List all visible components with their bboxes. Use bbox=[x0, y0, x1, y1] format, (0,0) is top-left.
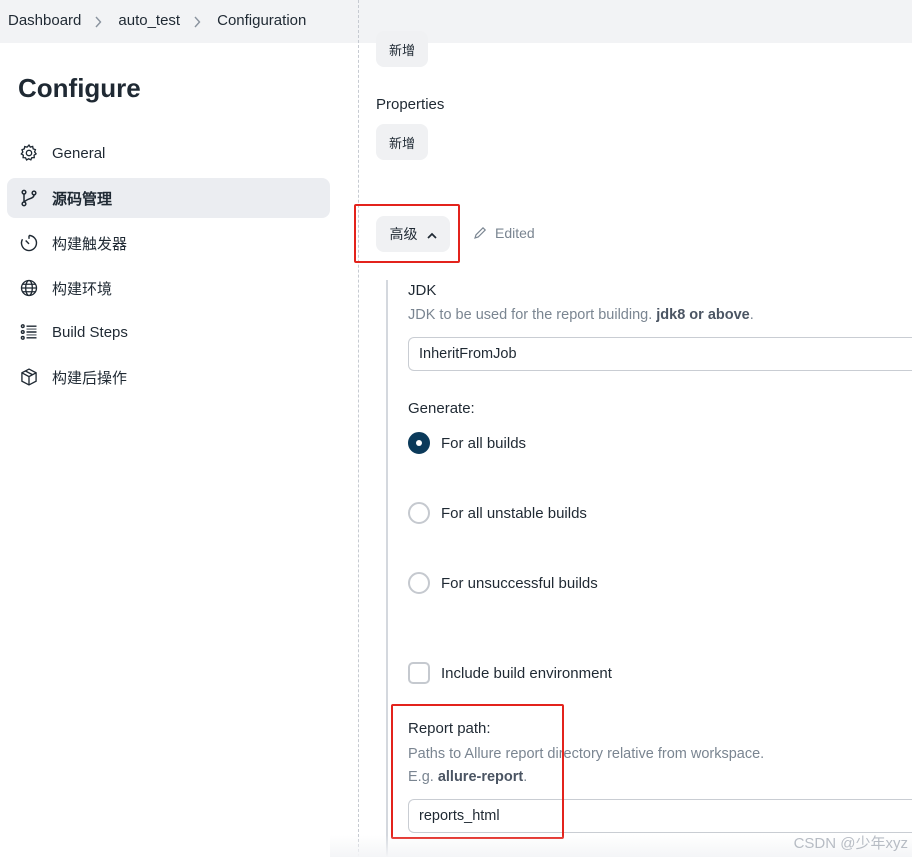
sidebar-item-label: 构建触发器 bbox=[52, 235, 128, 253]
include-env-label: Include build environment bbox=[441, 664, 612, 682]
generate-label: Generate: bbox=[408, 400, 475, 417]
sidebar: Configure General 源码管理 构建触发器 构建环境 Build … bbox=[0, 43, 345, 857]
sidebar-item-build-steps[interactable]: Build Steps bbox=[7, 312, 330, 352]
sidebar-item-triggers[interactable]: 构建触发器 bbox=[7, 223, 330, 263]
radio-unstable-builds[interactable]: For all unstable builds bbox=[408, 502, 587, 524]
radio-unsuccessful-builds[interactable]: For unsuccessful builds bbox=[408, 572, 598, 594]
radio-button[interactable] bbox=[408, 502, 430, 524]
list-icon bbox=[18, 321, 40, 343]
sidebar-item-label: 源码管理 bbox=[52, 190, 113, 208]
sidebar-item-post-build[interactable]: 构建后操作 bbox=[7, 357, 330, 397]
highlight-box-report-path bbox=[391, 704, 564, 839]
radio-button[interactable] bbox=[408, 432, 430, 454]
breadcrumb-bar: Dashboard auto_test Configuration bbox=[0, 0, 912, 43]
include-env-checkbox[interactable] bbox=[408, 662, 430, 684]
breadcrumb-dashboard[interactable]: Dashboard bbox=[8, 12, 81, 29]
sidebar-item-scm[interactable]: 源码管理 bbox=[7, 178, 330, 218]
radio-label: For all builds bbox=[441, 434, 527, 452]
radio-label: For unsuccessful builds bbox=[441, 574, 598, 592]
add-property-button[interactable]: 新增 bbox=[376, 124, 429, 160]
gear-icon bbox=[18, 142, 40, 164]
add-button[interactable]: 新增 bbox=[376, 31, 429, 67]
breadcrumb-job[interactable]: auto_test bbox=[118, 12, 180, 29]
watermark: CSDN @少年xyz bbox=[793, 835, 908, 852]
radio-label: For all unstable builds bbox=[441, 504, 587, 522]
chevron-right-icon bbox=[94, 13, 104, 29]
sidebar-item-label: 构建环境 bbox=[52, 280, 113, 298]
branch-icon bbox=[18, 187, 40, 209]
properties-label: Properties bbox=[376, 96, 445, 113]
sidebar-item-label: Build Steps bbox=[52, 323, 128, 341]
breadcrumb-configuration[interactable]: Configuration bbox=[217, 12, 306, 29]
package-icon bbox=[18, 366, 40, 388]
breadcrumb: Dashboard auto_test Configuration bbox=[8, 12, 306, 29]
jdk-select[interactable]: InheritFromJob bbox=[408, 337, 912, 371]
radio-all-builds[interactable]: For all builds bbox=[408, 432, 526, 454]
pencil-icon bbox=[474, 226, 487, 239]
include-build-env[interactable]: Include build environment bbox=[408, 662, 612, 684]
advanced-panel-border bbox=[386, 280, 388, 857]
highlight-box-advanced bbox=[354, 204, 460, 263]
radio-button[interactable] bbox=[408, 572, 430, 594]
sidebar-item-general[interactable]: General bbox=[7, 133, 330, 173]
edited-label: Edited bbox=[495, 225, 535, 241]
jdk-label: JDK bbox=[408, 282, 437, 299]
page-title: Configure bbox=[18, 73, 141, 103]
sidebar-item-label: 构建后操作 bbox=[52, 369, 128, 387]
timer-icon bbox=[18, 232, 40, 254]
chevron-right-icon bbox=[193, 13, 203, 29]
sidebar-item-environment[interactable]: 构建环境 bbox=[7, 268, 330, 308]
globe-icon bbox=[18, 277, 40, 299]
edited-indicator: Edited bbox=[473, 225, 535, 241]
jdk-description: JDK to be used for the report building. … bbox=[408, 307, 754, 323]
sidebar-item-label: General bbox=[52, 144, 106, 162]
section-divider bbox=[358, 0, 359, 857]
